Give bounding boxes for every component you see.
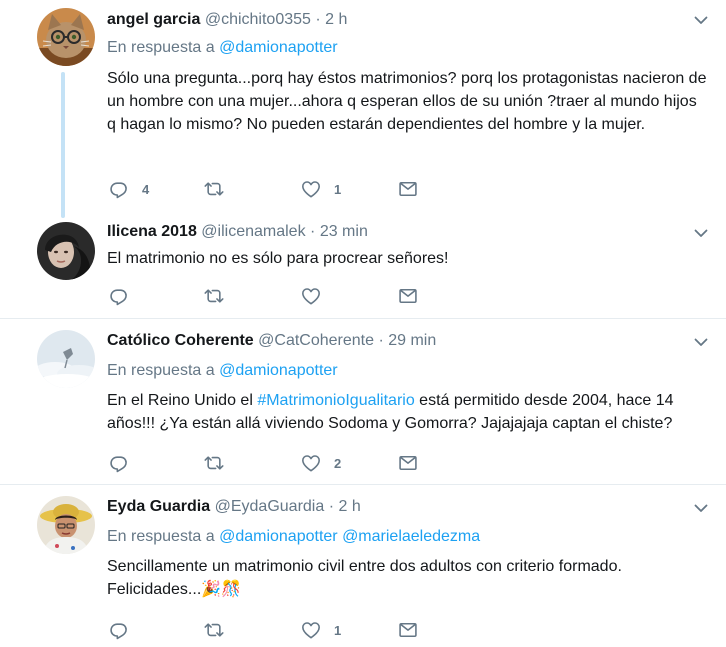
reply-count: 4 bbox=[142, 181, 150, 197]
tweet-text: En el Reino Unido el #MatrimonioIgualita… bbox=[107, 389, 707, 435]
like-button[interactable]: 1 bbox=[301, 619, 341, 641]
avatar[interactable] bbox=[37, 496, 95, 554]
avatar[interactable] bbox=[37, 8, 95, 66]
avatar[interactable] bbox=[37, 330, 95, 388]
timestamp[interactable]: 29 min bbox=[388, 332, 436, 349]
mention-link[interactable]: @damionapotter bbox=[219, 528, 338, 545]
tweet-actions: 4 1 bbox=[107, 178, 427, 200]
display-name[interactable]: Católico Coherente bbox=[107, 332, 254, 349]
direct-message-icon bbox=[398, 453, 418, 473]
user-handle[interactable]: @chichito0355 bbox=[205, 11, 311, 28]
tweet-header: angel garcia @chichito0355 · 2 h bbox=[107, 10, 347, 30]
timestamp[interactable]: 23 min bbox=[320, 223, 368, 240]
reply-icon bbox=[109, 179, 129, 199]
separator-dot: · bbox=[378, 332, 384, 349]
reply-context: En respuesta a @damionapotter bbox=[107, 361, 338, 381]
direct-message-icon bbox=[398, 286, 418, 306]
tweet-divider bbox=[0, 484, 726, 485]
portrait-avatar-image bbox=[37, 222, 95, 280]
tweet-header: Católico Coherente @CatCoherente · 29 mi… bbox=[107, 331, 436, 351]
reply-icon bbox=[109, 620, 129, 640]
tweet-text: Sólo una pregunta...porq hay éstos matri… bbox=[107, 70, 707, 133]
user-handle[interactable]: @CatCoherente bbox=[258, 332, 374, 349]
cat-avatar-image bbox=[37, 8, 95, 66]
tweet-actions bbox=[107, 285, 427, 307]
like-button[interactable]: 2 bbox=[301, 452, 341, 474]
retweet-button[interactable] bbox=[204, 452, 224, 474]
thread-connector-line bbox=[61, 72, 65, 218]
timestamp[interactable]: 2 h bbox=[338, 498, 360, 515]
tweet-header: Eyda Guardia @EydaGuardia · 2 h bbox=[107, 497, 361, 517]
reply-prefix: En respuesta a bbox=[107, 39, 215, 56]
reply-prefix: En respuesta a bbox=[107, 362, 215, 379]
reply-icon bbox=[109, 286, 129, 306]
avatar[interactable] bbox=[37, 222, 95, 280]
direct-message-button[interactable] bbox=[398, 178, 418, 200]
like-count: 1 bbox=[334, 181, 342, 197]
display-name[interactable]: Ilicena 2018 bbox=[107, 223, 197, 240]
tweet-text-part: En el Reino Unido el bbox=[107, 392, 258, 409]
retweet-icon bbox=[204, 179, 224, 199]
retweet-button[interactable] bbox=[204, 619, 224, 641]
reply-button[interactable] bbox=[109, 452, 142, 474]
tweet-text: El matrimonio no es sólo para procrear s… bbox=[107, 250, 449, 267]
chevron-down-icon[interactable] bbox=[693, 225, 709, 241]
portrait-avatar-image bbox=[37, 496, 95, 554]
tweet-actions: 1 bbox=[107, 619, 427, 641]
separator-dot: · bbox=[315, 11, 321, 28]
reply-button[interactable]: 4 bbox=[109, 178, 149, 200]
separator-dot: · bbox=[328, 498, 335, 515]
retweet-icon bbox=[204, 286, 224, 306]
chevron-down-icon[interactable] bbox=[693, 500, 709, 516]
like-count: 2 bbox=[334, 455, 342, 471]
like-icon bbox=[301, 453, 321, 473]
display-name[interactable]: Eyda Guardia bbox=[107, 498, 210, 515]
direct-message-button[interactable] bbox=[398, 619, 418, 641]
direct-message-button[interactable] bbox=[398, 285, 418, 307]
retweet-icon bbox=[204, 620, 224, 640]
like-button[interactable] bbox=[301, 285, 334, 307]
reply-button[interactable] bbox=[109, 285, 142, 307]
direct-message-button[interactable] bbox=[398, 452, 418, 474]
retweet-button[interactable] bbox=[204, 285, 224, 307]
reply-prefix: En respuesta a bbox=[107, 528, 215, 545]
like-icon bbox=[301, 286, 321, 306]
like-count: 1 bbox=[334, 622, 342, 638]
like-button[interactable]: 1 bbox=[301, 178, 341, 200]
user-handle[interactable]: @EydaGuardia bbox=[215, 498, 325, 515]
chevron-down-icon[interactable] bbox=[693, 334, 709, 350]
reply-button[interactable] bbox=[109, 619, 142, 641]
like-icon bbox=[301, 179, 321, 199]
mention-link[interactable]: @damionapotter bbox=[219, 362, 338, 379]
retweet-button[interactable] bbox=[204, 178, 224, 200]
reply-context: En respuesta a @damionapotter bbox=[107, 38, 338, 58]
tweet-divider bbox=[0, 318, 726, 319]
reply-icon bbox=[109, 453, 129, 473]
sky-avatar-image bbox=[37, 330, 95, 388]
mention-link[interactable]: @damionapotter bbox=[219, 39, 338, 56]
timestamp[interactable]: 2 h bbox=[325, 11, 347, 28]
direct-message-icon bbox=[398, 179, 418, 199]
tweet-header: Ilicena 2018 @ilicenamalek · 23 min bbox=[107, 222, 368, 242]
reply-context: En respuesta a @damionapotter @marielael… bbox=[107, 527, 480, 547]
user-handle[interactable]: @ilicenamalek bbox=[201, 223, 305, 240]
display-name[interactable]: angel garcia bbox=[107, 11, 200, 28]
mention-link[interactable]: @marielaeledezma bbox=[342, 528, 480, 545]
direct-message-icon bbox=[398, 620, 418, 640]
like-icon bbox=[301, 620, 321, 640]
hashtag-link[interactable]: #MatrimonioIgualitario bbox=[257, 392, 414, 409]
separator-dot: · bbox=[310, 223, 316, 240]
tweet-text: Sencillamente un matrimonio civil entre … bbox=[107, 558, 622, 598]
retweet-icon bbox=[204, 453, 224, 473]
chevron-down-icon[interactable] bbox=[693, 12, 709, 28]
tweet-actions: 2 bbox=[107, 452, 427, 474]
